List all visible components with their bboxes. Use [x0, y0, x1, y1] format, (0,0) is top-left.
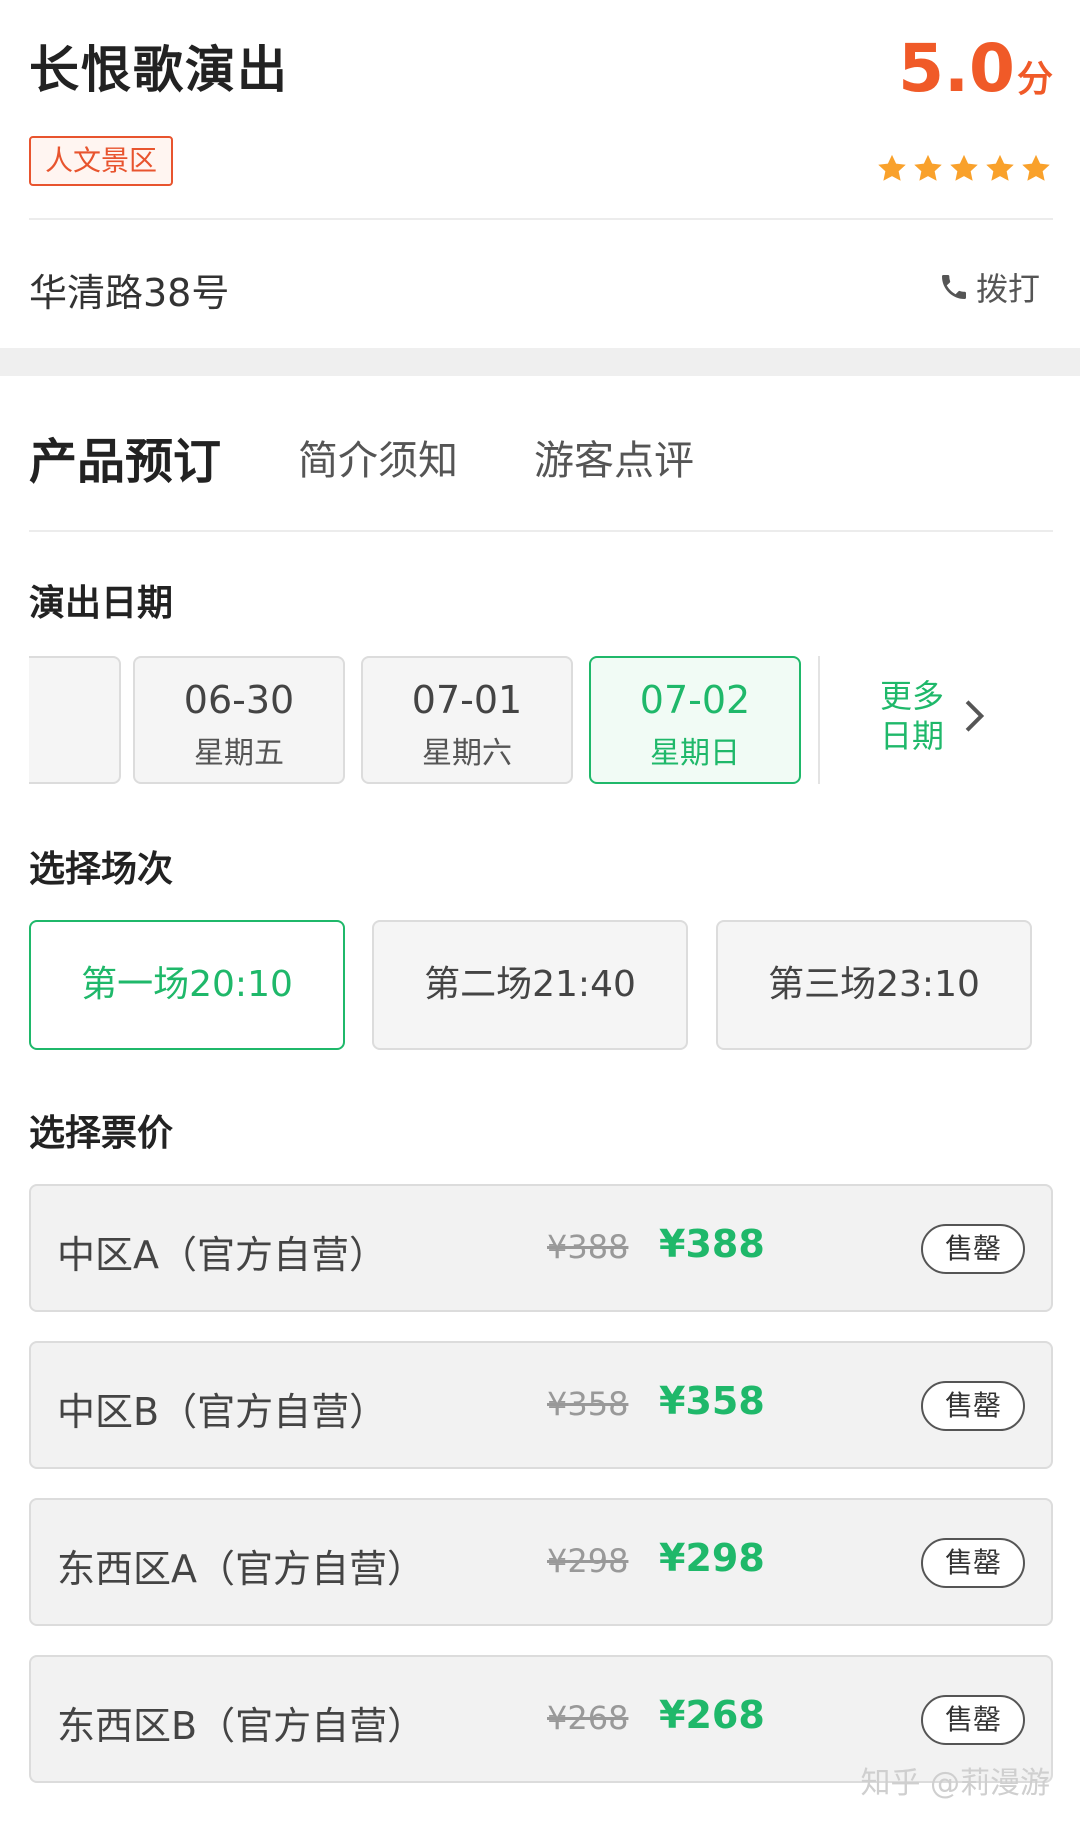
sold-out-badge[interactable]: 售罄 — [921, 1538, 1025, 1588]
sold-out-badge[interactable]: 售罄 — [921, 1381, 1025, 1431]
rating-unit: 分 — [1016, 59, 1053, 100]
date-weekday: 星期日 — [650, 736, 740, 771]
current-price: ¥388 — [659, 1222, 765, 1266]
price-row[interactable]: 东西区A（官方自营） ¥298 ¥298 售罄 — [29, 1498, 1053, 1626]
dates-section-title: 演出日期 — [29, 583, 174, 624]
price-row[interactable]: 中区A（官方自营） ¥388 ¥388 售罄 — [29, 1184, 1053, 1312]
price-name: 东西区A（官方自营） — [57, 1547, 425, 1591]
original-price: ¥388 — [547, 1228, 629, 1266]
date-value: 07-02 — [639, 678, 751, 722]
current-price: ¥268 — [659, 1693, 765, 1737]
original-price: ¥298 — [547, 1542, 629, 1580]
date-strip[interactable]: 29 四 06-30 星期五 07-01 星期六 07-02 星期日 — [29, 656, 819, 784]
star-icon — [1022, 154, 1050, 181]
sessions-section-title: 选择场次 — [29, 849, 174, 890]
phone-icon — [941, 275, 966, 299]
sold-out-badge[interactable]: 售罄 — [921, 1695, 1025, 1745]
rating-score: 5.0分 — [898, 30, 1053, 107]
star-icon — [914, 154, 942, 181]
date-value: 07-01 — [411, 678, 523, 722]
attraction-header: 长恨歌演出 5.0分 人文景区 华清路38号 拨打 — [0, 0, 1080, 348]
date-weekday: 星期五 — [194, 736, 284, 771]
session-option-selected[interactable]: 第一场20:10 — [29, 920, 345, 1050]
sold-out-badge[interactable]: 售罄 — [921, 1224, 1025, 1274]
tab-intro[interactable]: 简介须知 — [298, 428, 458, 486]
tab-reviews[interactable]: 游客点评 — [534, 428, 694, 486]
star-icon — [986, 154, 1014, 181]
section-separator — [0, 348, 1080, 376]
rating-stars — [875, 152, 1053, 186]
divider — [818, 656, 820, 784]
price-name: 中区B（官方自营） — [57, 1390, 388, 1434]
rating-value: 5.0 — [898, 30, 1015, 107]
date-card[interactable]: 07-01 星期六 — [361, 656, 573, 784]
session-option[interactable]: 第二场21:40 — [372, 920, 688, 1050]
divider — [29, 530, 1053, 532]
date-weekday: 四 — [29, 728, 119, 772]
tab-booking[interactable]: 产品预订 — [29, 422, 221, 492]
date-value: 06-30 — [183, 678, 295, 722]
price-name: 东西区B（官方自营） — [57, 1704, 426, 1748]
page-title: 长恨歌演出 — [29, 41, 289, 99]
price-name: 中区A（官方自营） — [57, 1233, 387, 1277]
date-value: 29 — [29, 678, 119, 722]
date-card[interactable]: 06-30 星期五 — [133, 656, 345, 784]
current-price: ¥298 — [659, 1536, 765, 1580]
date-card-selected[interactable]: 07-02 星期日 — [589, 656, 801, 784]
current-price: ¥358 — [659, 1379, 765, 1423]
more-dates-label: 更多日期 — [880, 677, 945, 755]
prices-section-title: 选择票价 — [29, 1113, 174, 1154]
watermark: 知乎 @莉漫游 — [860, 1766, 1050, 1801]
price-row[interactable]: 中区B（官方自营） ¥358 ¥358 售罄 — [29, 1341, 1053, 1469]
original-price: ¥268 — [547, 1699, 629, 1737]
date-weekday: 星期六 — [422, 736, 512, 771]
session-option[interactable]: 第三场23:10 — [716, 920, 1032, 1050]
chevron-right-icon — [965, 700, 985, 732]
date-card[interactable]: 29 四 — [29, 656, 121, 784]
category-tag: 人文景区 — [29, 136, 174, 186]
tab-bar: 产品预订 简介须知 游客点评 — [0, 376, 1080, 532]
address-text: 华清路38号 — [29, 271, 230, 315]
call-label: 拨打 — [975, 270, 1040, 308]
original-price: ¥358 — [547, 1385, 629, 1423]
divider — [29, 218, 1053, 220]
call-button[interactable]: 拨打 — [938, 264, 1040, 310]
more-dates-button[interactable]: 更多日期 — [880, 676, 988, 756]
star-icon — [950, 154, 978, 181]
star-icon — [878, 154, 906, 181]
